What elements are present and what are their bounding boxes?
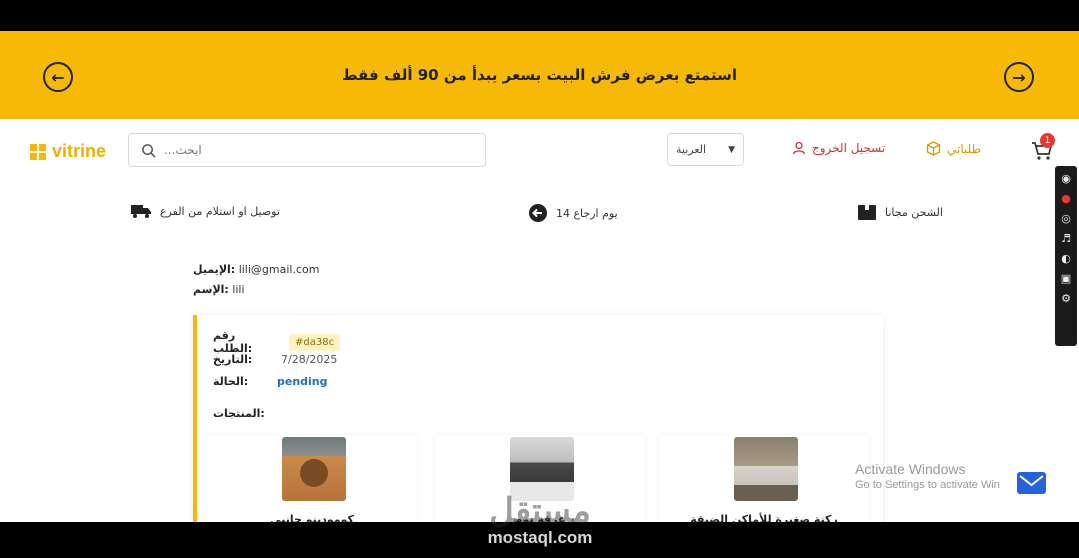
order-status-label: الحالة: (213, 375, 249, 388)
language-select[interactable]: العربية ▼ (667, 133, 744, 166)
feature-label: توصيل او استلام من الفرع (160, 204, 280, 218)
feature-label: يوم ارجاع 14 (556, 206, 618, 220)
window-icon[interactable]: ▣ (1058, 270, 1074, 286)
camera-icon[interactable]: ◉ (1058, 170, 1074, 186)
truck-icon (131, 205, 151, 218)
order-id-label: رقم الطلب: (213, 329, 253, 355)
brand-logo[interactable]: vitrine (30, 141, 106, 162)
box-icon (858, 205, 876, 220)
mostaql-url: mostaql.com (487, 528, 593, 547)
mostaql-watermark: مستقل mostaql.com (470, 494, 610, 548)
user-info: الإيميل: lili@gmail.com الإسم: lili (193, 260, 319, 300)
language-value: العربية (676, 143, 707, 156)
promo-banner: ← استمتع بعرض فرش البيت بسعر يبدأ من 90 … (0, 31, 1079, 119)
feature-delivery: توصيل او استلام من الفرع (130, 203, 280, 219)
brand-name: vitrine (52, 141, 107, 161)
order-id-badge: #da38c (289, 333, 341, 351)
mail-icon[interactable] (1017, 472, 1046, 494)
mostaql-logo: مستقل (489, 492, 591, 530)
webcam-icon[interactable]: ◐ (1058, 250, 1074, 266)
product-name: ركنة صغيرة للأماكن الضيقة (690, 513, 838, 522)
promo-text: استمتع بعرض فرش البيت بسعر يبدأ من 90 أل… (341, 66, 738, 84)
order-date-label: التاريخ: (213, 353, 253, 366)
prev-arrow-icon[interactable]: ← (43, 62, 73, 92)
gear-icon[interactable]: ⚙ (1058, 290, 1074, 306)
feature-returns: يوم ارجاع 14 (528, 203, 618, 223)
product-name: كومودينو جانبي (270, 513, 354, 522)
sofa-photo (734, 437, 798, 501)
speaker-icon[interactable]: ♬ (1058, 230, 1074, 246)
return-arrow-icon (529, 204, 547, 222)
product-card[interactable]: ركنة صغيرة للأماكن الضيقة (659, 435, 869, 522)
logout-link[interactable]: تسجيل الخروج (792, 141, 885, 155)
order-products-row: المنتجات: (213, 407, 265, 420)
features-bar: توصيل او استلام من الفرع يوم ارجاع 14 ال… (0, 203, 1079, 233)
cart-count-badge: 1 (1040, 133, 1055, 148)
order-date-value: 7/28/2025 (281, 353, 338, 366)
video-letterbox-top (0, 0, 1079, 31)
user-icon (792, 141, 806, 155)
order-card: رقم الطلب: #da38c التاريخ: 7/28/2025 الح… (193, 315, 883, 522)
email-row: الإيميل: lili@gmail.com (193, 260, 319, 280)
record-icon[interactable]: ● (1058, 190, 1074, 206)
order-status-value: pending (277, 375, 328, 388)
name-row: الإسم: lili (193, 280, 319, 300)
product-card[interactable]: كومودينو جانبي (207, 435, 417, 522)
chevron-down-icon: ▼ (728, 144, 735, 155)
activate-title: Activate Windows (855, 461, 966, 477)
search-box[interactable] (128, 133, 486, 167)
recorder-toolbar: ◉ ● ◎ ♬ ◐ ▣ ⚙ (1055, 166, 1077, 346)
logo-icon (30, 143, 46, 160)
order-products-label: المنتجات: (213, 407, 265, 420)
search-input[interactable] (164, 143, 485, 157)
my-orders-label: طلباتي (947, 141, 982, 156)
order-id-row: رقم الطلب: #da38c (213, 329, 341, 355)
activate-windows-watermark: Activate Windows Go to Settings to activ… (855, 461, 1000, 491)
next-arrow-icon[interactable]: → (1004, 62, 1034, 92)
activate-subtitle: Go to Settings to activate Win (855, 479, 1000, 491)
feature-label: الشحن مجانا (885, 205, 943, 219)
name-label: الإسم: (193, 283, 229, 296)
email-label: الإيميل: (193, 263, 236, 276)
microphone-icon[interactable]: ◎ (1058, 210, 1074, 226)
feature-free-shipping: الشحن مجانا (857, 203, 943, 221)
nightstand-photo (282, 437, 346, 501)
email-value: lili@gmail.com (238, 263, 320, 276)
package-icon (926, 141, 941, 156)
logout-label: تسجيل الخروج (812, 141, 886, 155)
search-icon (142, 143, 156, 158)
order-status-row: الحالة: pending (213, 375, 328, 388)
order-date-row: التاريخ: 7/28/2025 (213, 353, 337, 366)
name-value: lili (232, 283, 245, 296)
my-orders-link[interactable]: طلباتي (926, 141, 981, 156)
